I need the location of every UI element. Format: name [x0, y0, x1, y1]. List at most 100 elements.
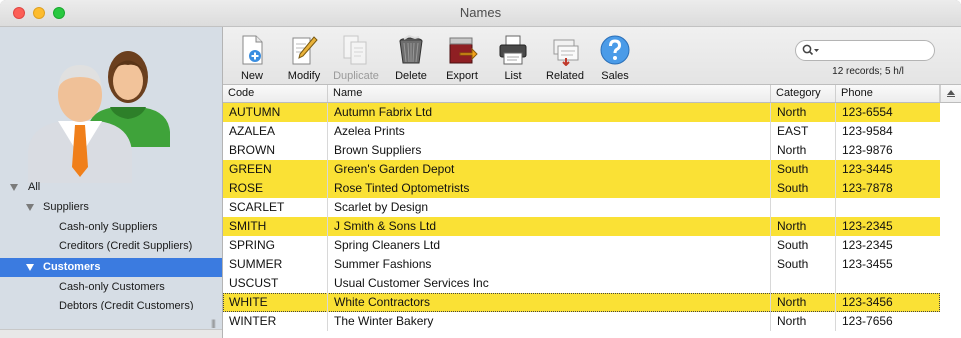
cell-category: North	[771, 312, 836, 331]
cell-name: The Winter Bakery	[328, 312, 771, 331]
cell-category: North	[771, 293, 836, 312]
column-header-code[interactable]: Code	[223, 85, 328, 102]
column-header-name[interactable]: Name	[328, 85, 771, 102]
cell-category: South	[771, 160, 836, 179]
table-row[interactable]: BROWN Brown Suppliers North 123-9876	[223, 141, 940, 160]
sidebar-scrollbar[interactable]	[0, 329, 222, 338]
sidebar-item-label: Cash-only Customers	[59, 281, 165, 293]
column-header-phone[interactable]: Phone	[836, 85, 940, 102]
sidebar-item-debtors[interactable]: Debtors (Credit Customers)	[0, 297, 222, 310]
table-row[interactable]: USCUST Usual Customer Services Inc	[223, 274, 940, 293]
cell-category: EAST	[771, 122, 836, 141]
delete-button[interactable]: Delete	[385, 34, 437, 84]
cell-code: SPRING	[223, 236, 328, 255]
cell-code: AUTUMN	[223, 103, 328, 122]
sales-button[interactable]: Sales	[589, 34, 641, 84]
cell-name: Rose Tinted Optometrists	[328, 179, 771, 198]
sidebar: All Suppliers Cash-only Suppliers Credit…	[0, 27, 223, 338]
sort-order-button[interactable]	[940, 85, 961, 102]
table-row[interactable]: GREEN Green's Garden Depot South 123-3445	[223, 160, 940, 179]
sidebar-item-creditors[interactable]: Creditors (Credit Suppliers)	[0, 237, 222, 256]
sidebar-item-all[interactable]: All	[0, 178, 222, 197]
cell-name: Green's Garden Depot	[328, 160, 771, 179]
cell-phone	[836, 274, 940, 293]
cell-code: WHITE	[223, 293, 328, 312]
cell-code: AZALEA	[223, 122, 328, 141]
toolbar-label: Related	[546, 70, 584, 82]
cell-name: Summer Fashions	[328, 255, 771, 274]
sidebar-item-label: Suppliers	[43, 201, 89, 213]
cell-name: Usual Customer Services Inc	[328, 274, 771, 293]
sidebar-item-suppliers[interactable]: Suppliers	[0, 198, 222, 217]
toolbar-label: Duplicate	[333, 70, 379, 82]
modify-button[interactable]: Modify	[278, 34, 330, 84]
cell-phone	[836, 198, 940, 217]
disclosure-triangle-icon[interactable]	[10, 184, 18, 191]
new-document-icon	[242, 35, 263, 65]
names-window: Names All Suppliers Cash-only Suppliers …	[0, 0, 961, 338]
window-title: Names	[459, 5, 502, 20]
sidebar-item-cash-only-customers[interactable]: Cash-only Customers	[0, 278, 222, 297]
cell-code: WINTER	[223, 312, 328, 331]
related-icon	[553, 39, 579, 66]
cell-phone: 123-3455	[842, 257, 893, 271]
cell-code: GREEN	[223, 160, 328, 179]
cell-phone: 123-3456	[842, 295, 893, 309]
cell-category: North	[771, 141, 836, 160]
cell-name: Azelea Prints	[328, 122, 771, 141]
table-row[interactable]: SCARLET Scarlet by Design	[223, 198, 940, 217]
cell-phone: 123-7656	[842, 314, 893, 328]
duplicate-button[interactable]: Duplicate	[330, 34, 382, 84]
cell-phone: 123-3445	[842, 162, 893, 176]
cell-phone: 123-2345	[842, 219, 893, 233]
cell-code: SMITH	[223, 217, 328, 236]
sidebar-item-label: Customers	[43, 261, 101, 273]
cell-name: J Smith & Sons Ltd	[328, 217, 771, 236]
export-button[interactable]: Export	[436, 34, 488, 84]
duplicate-icon	[343, 35, 367, 65]
printer-icon	[499, 35, 527, 65]
sidebar-item-customers[interactable]: Customers	[0, 258, 222, 277]
cell-category: South	[771, 255, 836, 274]
toolbar-label: List	[504, 70, 522, 82]
sort-arrow-icon	[947, 90, 955, 95]
export-icon	[449, 37, 478, 64]
toolbar-label: Export	[446, 70, 478, 82]
table-row[interactable]: SMITH J Smith & Sons Ltd North 123-2345	[223, 217, 940, 236]
cell-code: BROWN	[223, 141, 328, 160]
cell-code: SUMMER	[223, 255, 328, 274]
list-button[interactable]: List	[487, 34, 539, 84]
toolbar-label: New	[240, 70, 263, 82]
table-row[interactable]: SUMMER Summer Fashions South 123-3455	[223, 255, 940, 274]
cell-category: North	[771, 103, 836, 122]
cell-name: Brown Suppliers	[328, 141, 771, 160]
cell-category: North	[771, 217, 836, 236]
cell-category	[771, 198, 836, 217]
related-button[interactable]: Related	[539, 34, 591, 84]
cell-phone: 123-2345	[842, 238, 893, 252]
people-icon	[28, 51, 170, 183]
modify-pencil-icon	[292, 36, 318, 65]
search-field[interactable]	[795, 40, 935, 61]
split-resize-handle[interactable]: |||	[211, 318, 216, 328]
disclosure-triangle-icon[interactable]	[26, 264, 34, 271]
cell-phone: 123-7878	[842, 181, 893, 195]
disclosure-triangle-icon[interactable]	[26, 204, 34, 211]
cell-category: South	[771, 179, 836, 198]
table-row[interactable]: SPRING Spring Cleaners Ltd South 123-2345	[223, 236, 940, 255]
cell-code: SCARLET	[223, 198, 328, 217]
sidebar-item-label: Cash-only Suppliers	[59, 221, 158, 233]
table-row[interactable]: ROSE Rose Tinted Optometrists South 123-787…	[223, 179, 940, 198]
toolbar-label: Sales	[601, 70, 629, 82]
new-button[interactable]: New	[226, 34, 278, 84]
table-row[interactable]: WINTER The Winter Bakery North 123-7656	[223, 312, 940, 331]
sidebar-item-label: Creditors (Credit Suppliers)	[59, 240, 193, 252]
sidebar-item-cash-only-suppliers[interactable]: Cash-only Suppliers	[0, 218, 222, 237]
cell-code: USCUST	[223, 274, 328, 293]
table-row[interactable]: AUTUMN Autumn Fabrix Ltd North 123-6554	[223, 103, 940, 122]
record-count: 12 records; 5 h/l	[832, 66, 904, 77]
toolbar-label: Delete	[395, 70, 427, 82]
column-header-category[interactable]: Category	[771, 85, 836, 102]
table-row[interactable]: WHITE White Contractors North 123-3456	[223, 293, 940, 312]
table-row[interactable]: AZALEA Azelea Prints EAST 123-9584	[223, 122, 940, 141]
